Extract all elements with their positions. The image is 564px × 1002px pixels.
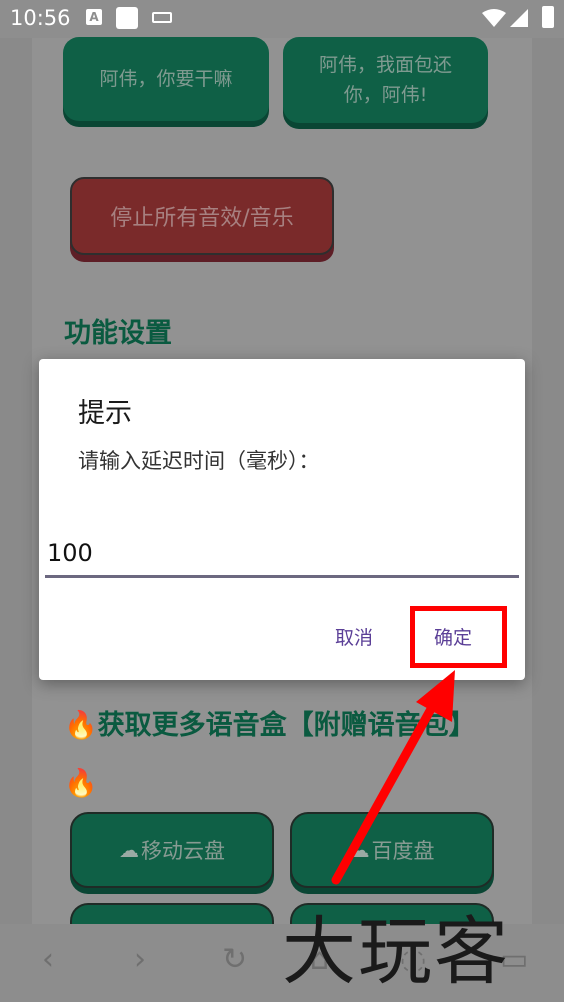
annotation-arrow-icon [331, 670, 455, 885]
watermark-logo: 大玩客 [282, 909, 510, 995]
